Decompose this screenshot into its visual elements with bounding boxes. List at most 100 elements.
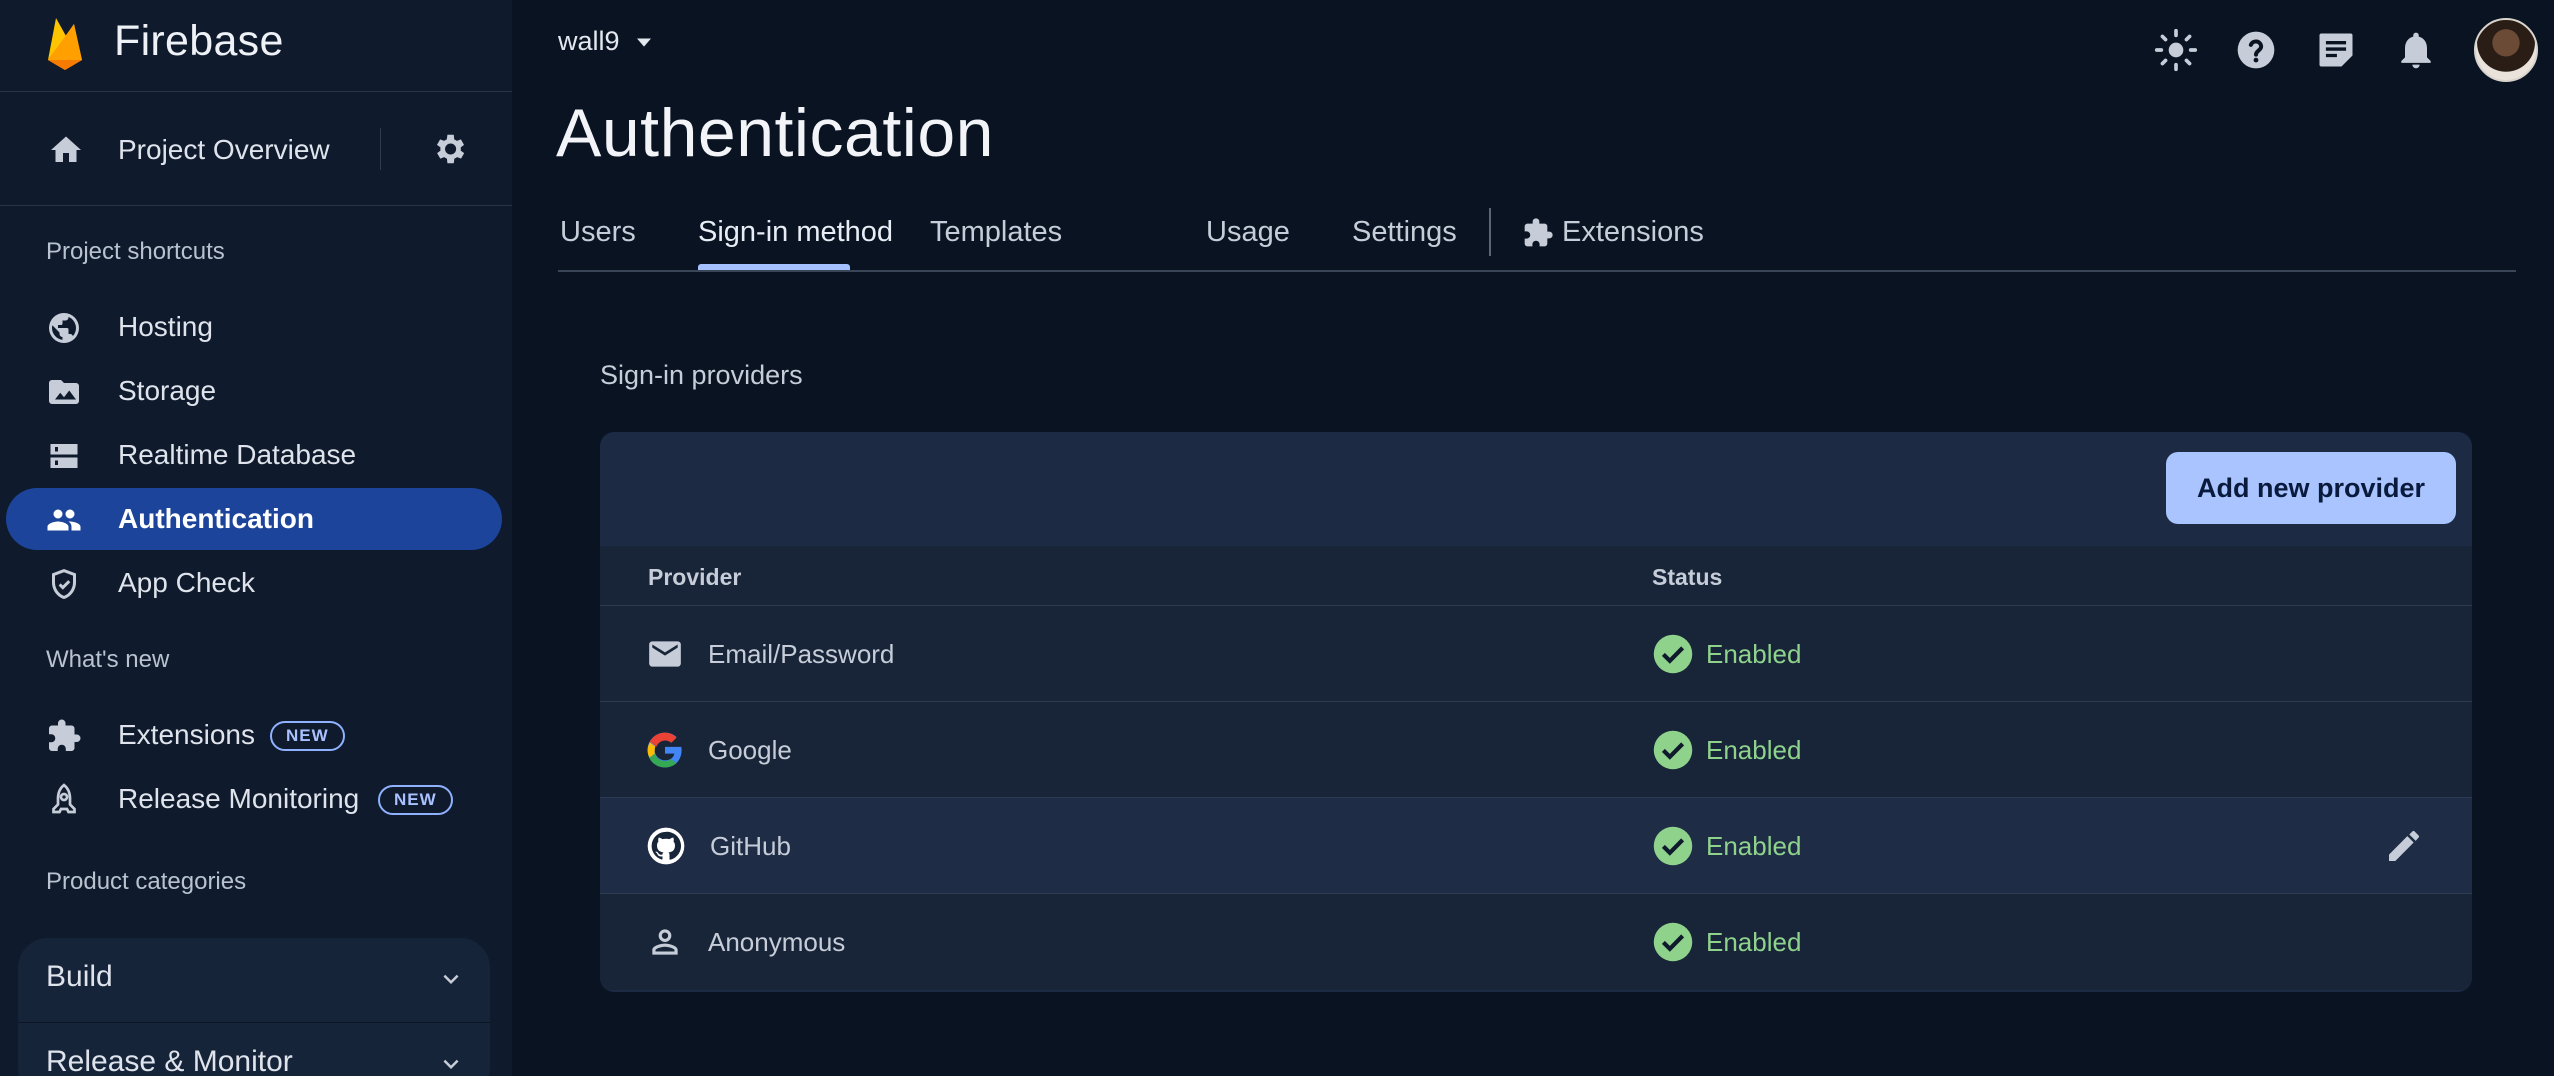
project-overview-row: Project Overview: [0, 92, 512, 206]
tab-sign-in-method[interactable]: Sign-in method: [698, 216, 893, 249]
category-label: Build: [46, 960, 113, 993]
person-icon: [646, 923, 684, 961]
providers-table: Provider Status Email/Password Enabled G…: [600, 546, 2472, 990]
provider-name: Anonymous: [708, 926, 846, 957]
category-label: Release & Monitor: [46, 1045, 293, 1076]
status-cell: Enabled: [1652, 798, 1801, 894]
check-circle-icon: [1652, 633, 1694, 675]
project-selector[interactable]: wall9: [558, 26, 658, 57]
status-badge: Enabled: [1706, 734, 1802, 765]
chevron-down-icon: [436, 1049, 466, 1076]
sidebar-item-label: Authentication: [118, 503, 314, 534]
column-header-provider: Provider: [648, 564, 742, 590]
project-overview-link[interactable]: Project Overview: [118, 134, 330, 166]
tab-divider: [1489, 208, 1491, 256]
provider-cell: Email/Password: [646, 606, 894, 702]
status-badge: Enabled: [1706, 638, 1802, 669]
project-shortcuts-heading: Project shortcuts: [46, 238, 225, 265]
rocket-icon: [46, 782, 82, 818]
table-row-github[interactable]: GitHub Enabled: [600, 798, 2472, 894]
email-icon: [646, 635, 684, 673]
help-icon[interactable]: [2234, 28, 2278, 72]
tab-extensions[interactable]: Extensions: [1522, 216, 1704, 249]
notifications-icon[interactable]: [2394, 28, 2438, 72]
table-row-email-password[interactable]: Email/Password Enabled: [600, 606, 2472, 702]
avatar[interactable]: [2474, 18, 2538, 82]
edit-pencil-icon[interactable]: [2384, 826, 2424, 866]
product-categories-heading: Product categories: [46, 868, 247, 895]
status-cell: Enabled: [1652, 894, 1801, 990]
check-circle-icon: [1652, 825, 1694, 867]
provider-cell: Anonymous: [646, 894, 845, 990]
tab-users[interactable]: Users: [560, 216, 636, 249]
whats-new-heading: What's new: [46, 646, 170, 673]
check-circle-icon: [1652, 921, 1694, 963]
status-cell: Enabled: [1652, 606, 1801, 702]
sidebar-item-label: Hosting: [118, 311, 213, 342]
column-header-status: Status: [1652, 564, 1723, 590]
status-badge: Enabled: [1706, 926, 1802, 957]
sidebar-item-label: Extensions: [118, 719, 255, 750]
check-circle-icon: [1652, 729, 1694, 771]
page-title: Authentication: [556, 95, 994, 171]
sidebar-item-extensions[interactable]: Extensions NEW: [6, 704, 502, 766]
gear-icon[interactable]: [430, 130, 468, 168]
theme-sun-icon[interactable]: [2154, 28, 2198, 72]
table-row-google[interactable]: Google Enabled: [600, 702, 2472, 798]
table-header: Provider Status: [600, 546, 2472, 606]
sidebar-item-storage[interactable]: Storage: [6, 360, 502, 422]
provider-name: Email/Password: [708, 638, 895, 669]
sign-in-providers-heading: Sign-in providers: [600, 360, 803, 390]
caret-down-icon: [630, 28, 658, 56]
sidebar-item-authentication[interactable]: Authentication: [6, 488, 502, 550]
sidebar-item-label: Release Monitoring: [118, 783, 360, 814]
active-tab-indicator: [698, 264, 850, 270]
new-badge: NEW: [378, 785, 453, 815]
sidebar-item-label: Realtime Database: [118, 439, 357, 470]
tab-usage[interactable]: Usage: [1206, 216, 1290, 249]
database-icon: [46, 438, 82, 474]
firebase-logo-icon: [44, 14, 86, 72]
github-icon: [646, 826, 686, 866]
sidebar-item-hosting[interactable]: Hosting: [6, 296, 502, 358]
category-build[interactable]: Build: [18, 938, 490, 1022]
sidebar-item-label: App Check: [118, 567, 255, 598]
chevron-down-icon: [436, 964, 466, 994]
sidebar-item-realtime-database[interactable]: Realtime Database: [6, 424, 502, 486]
folder-image-icon: [46, 374, 82, 410]
provider-name: GitHub: [710, 830, 791, 861]
provider-cell: Google: [646, 702, 792, 798]
sidebar: Firebase Project Overview Project shortc…: [0, 0, 512, 1076]
table-row-anonymous[interactable]: Anonymous Enabled: [600, 894, 2472, 990]
shield-check-icon: [46, 566, 82, 602]
provider-name: Google: [708, 734, 792, 765]
providers-card: Add new provider Provider Status Email/P…: [600, 432, 2472, 992]
puzzle-icon: [46, 718, 82, 754]
header-actions: [2154, 18, 2538, 82]
tab-bar: Users Sign-in method Templates Usage Set…: [558, 200, 2516, 272]
sidebar-item-label: Storage: [118, 375, 217, 406]
tab-settings[interactable]: Settings: [1352, 216, 1457, 249]
home-icon[interactable]: [48, 132, 84, 168]
category-release-monitor[interactable]: Release & Monitor: [18, 1022, 490, 1076]
people-icon: [46, 502, 82, 538]
google-icon: [646, 731, 684, 769]
tab-label: Extensions: [1562, 216, 1704, 248]
project-name: wall9: [558, 26, 620, 56]
puzzle-icon: [1522, 217, 1554, 249]
sidebar-item-app-check[interactable]: App Check: [6, 552, 502, 614]
sidebar-item-release-monitoring[interactable]: Release Monitoring NEW: [6, 768, 502, 830]
provider-cell: GitHub: [646, 798, 791, 894]
status-cell: Enabled: [1652, 702, 1801, 798]
main-content: wall9 Authentication Users Sign-in metho…: [512, 0, 2554, 1076]
brand-header[interactable]: Firebase: [0, 0, 512, 92]
brand-name: Firebase: [114, 17, 284, 65]
new-badge: NEW: [270, 721, 345, 751]
tab-templates[interactable]: Templates: [930, 216, 1062, 249]
divider: [380, 128, 381, 170]
add-new-provider-button[interactable]: Add new provider: [2166, 452, 2456, 524]
feedback-icon[interactable]: [2314, 28, 2358, 72]
globe-icon: [46, 310, 82, 346]
card-toolbar: Add new provider: [600, 432, 2472, 546]
status-badge: Enabled: [1706, 830, 1802, 861]
